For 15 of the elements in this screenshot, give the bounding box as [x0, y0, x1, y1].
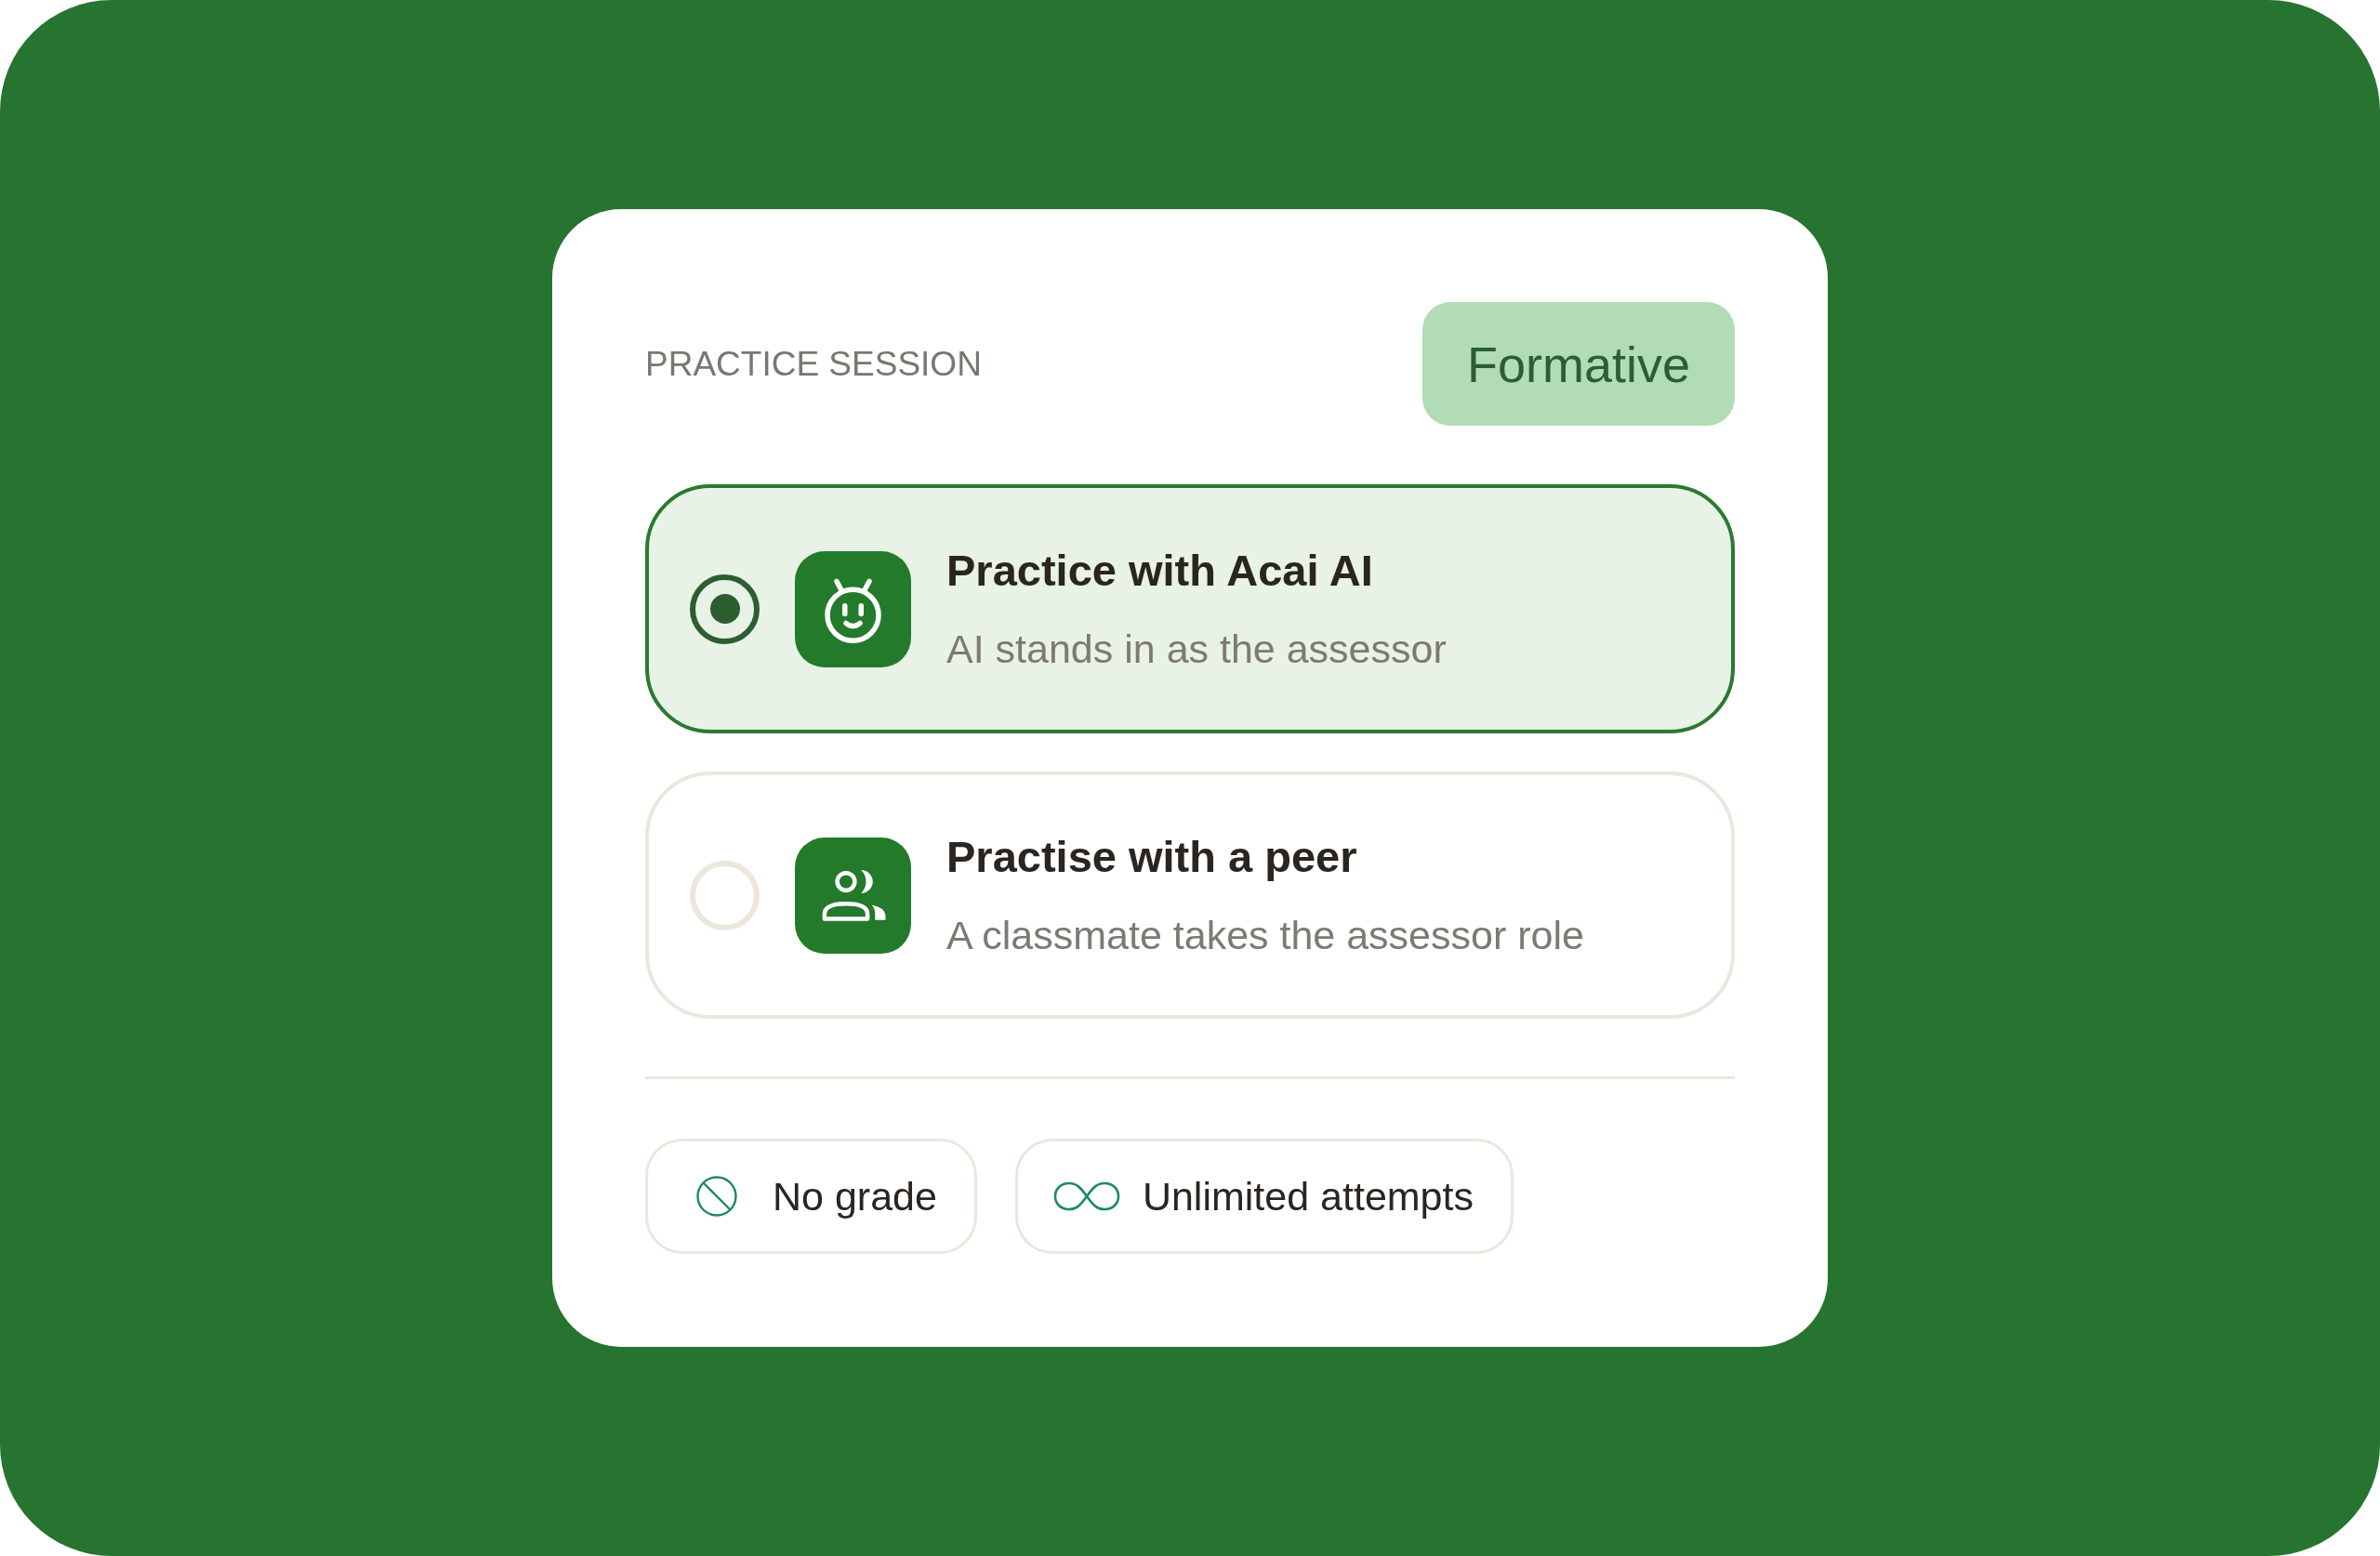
option-description: A classmate takes the assessor role	[946, 912, 1584, 959]
people-icon	[795, 837, 911, 954]
infinity-icon	[1052, 1181, 1120, 1211]
option-title: Practise with a peer	[946, 831, 1358, 883]
option-card[interactable]: Practise with a peer A classmate takes the assessor role	[645, 771, 1735, 1019]
formative-tag: Formative	[1421, 302, 1735, 426]
option-title: Practice with Acai AI	[946, 545, 1374, 597]
section-label: PRACTICE SESSION	[645, 347, 982, 381]
option-description: AI stands in as the assessor	[946, 626, 1447, 673]
prohibited-icon	[696, 1176, 737, 1217]
robot-icon	[795, 550, 911, 667]
chip-label: Unlimited attempts	[1142, 1176, 1474, 1217]
radio-button[interactable]	[690, 574, 760, 644]
chip-label: No grade	[773, 1176, 937, 1217]
option-card[interactable]: Practice with Acai AI AI stands in as the assessor	[645, 484, 1735, 733]
